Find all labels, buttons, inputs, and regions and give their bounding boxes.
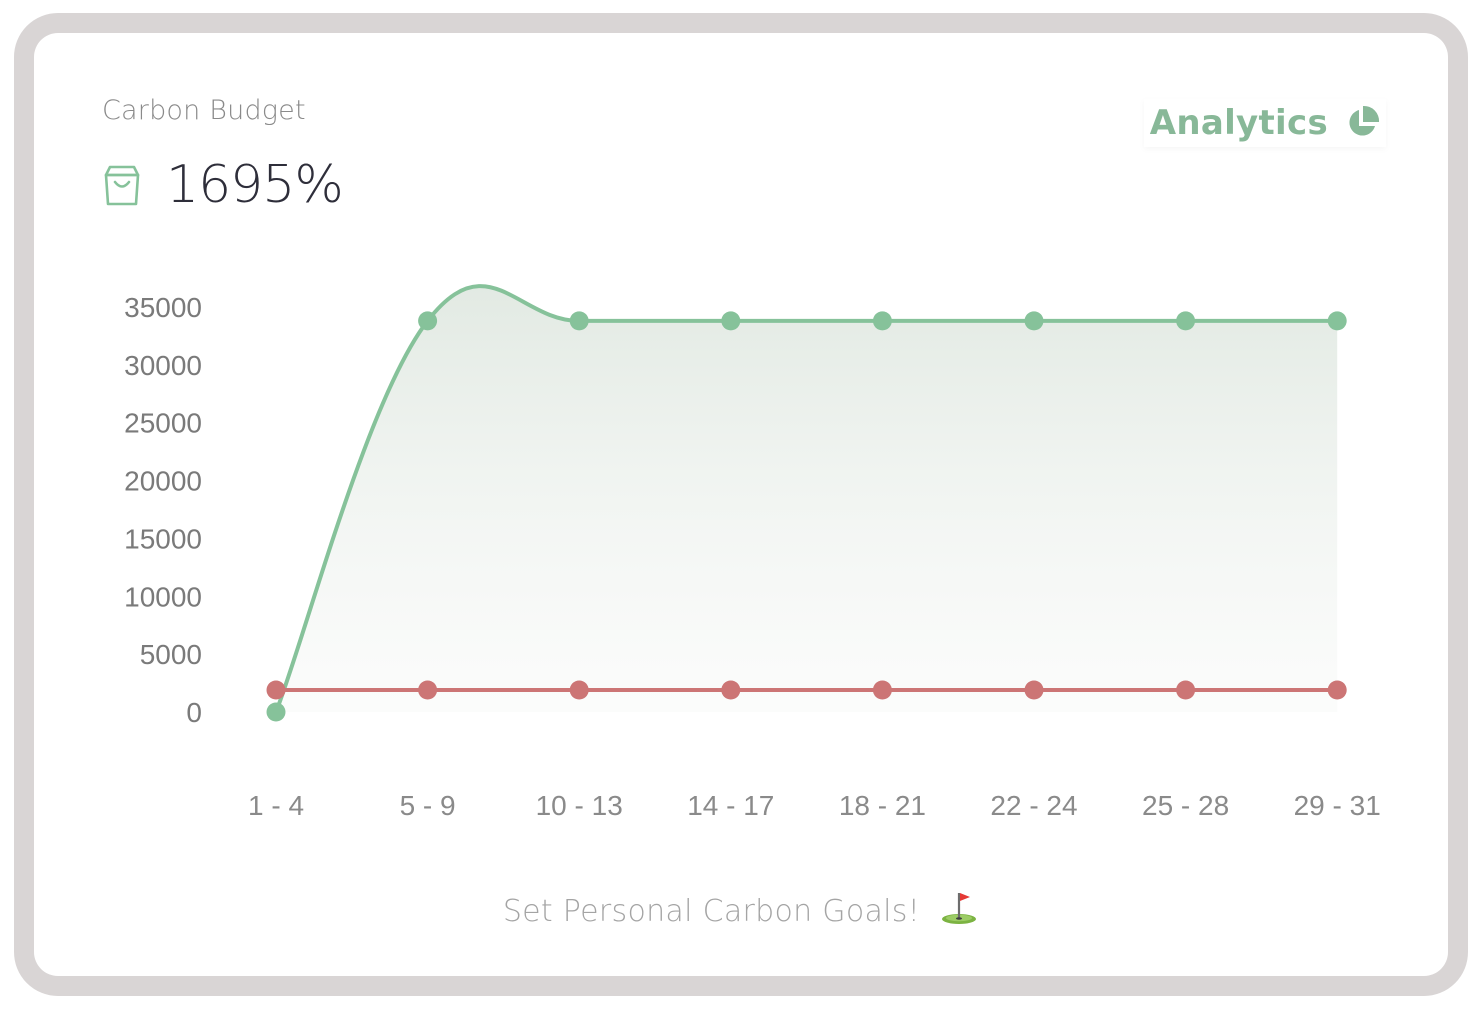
y-tick-label: 25000 [124, 408, 202, 439]
y-tick-label: 5000 [140, 639, 202, 670]
data-point [721, 680, 741, 700]
x-tick-label: 18 - 21 [839, 790, 926, 821]
series-area [276, 286, 1338, 712]
y-tick-label: 0 [186, 697, 202, 728]
data-point [1176, 311, 1196, 331]
x-tick-label: 5 - 9 [400, 790, 456, 821]
x-tick-label: 14 - 17 [687, 790, 774, 821]
data-point [418, 680, 438, 700]
data-point [1327, 680, 1347, 700]
y-tick-label: 20000 [124, 466, 202, 497]
x-tick-label: 29 - 31 [1294, 790, 1381, 821]
data-point [418, 311, 438, 331]
set-goals-link[interactable]: Set Personal Carbon Goals! [34, 887, 1448, 929]
golf-flag-icon [942, 893, 977, 924]
data-point [1176, 680, 1196, 700]
y-tick-label: 15000 [124, 523, 202, 554]
carbon-budget-card: Carbon Budget 1695% Analytics 0 5000 10000… [34, 33, 1448, 976]
data-point [872, 311, 892, 331]
data-point [872, 680, 892, 700]
data-point [1327, 311, 1347, 331]
data-point [266, 702, 286, 722]
y-tick-label: 35000 [124, 292, 202, 323]
x-tick-label: 25 - 28 [1142, 790, 1229, 821]
data-point [1024, 311, 1044, 331]
x-tick-label: 22 - 24 [990, 790, 1077, 821]
y-tick-label: 10000 [124, 581, 202, 612]
data-point [721, 311, 741, 331]
data-point [569, 680, 589, 700]
y-tick-label: 30000 [124, 350, 202, 381]
data-point [266, 680, 286, 700]
data-point [1024, 680, 1044, 700]
data-point [569, 311, 589, 331]
x-tick-label: 1 - 4 [248, 790, 304, 821]
device-frame: Carbon Budget 1695% Analytics 0 5000 10000… [14, 13, 1468, 996]
carbon-line-chart: 0 5000 10000 15000 20000 25000 30000 35000 1 - 4… [124, 284, 1381, 821]
set-goals-label: Set Personal Carbon Goals! [502, 894, 921, 929]
x-tick-label: 10 - 13 [536, 790, 623, 821]
